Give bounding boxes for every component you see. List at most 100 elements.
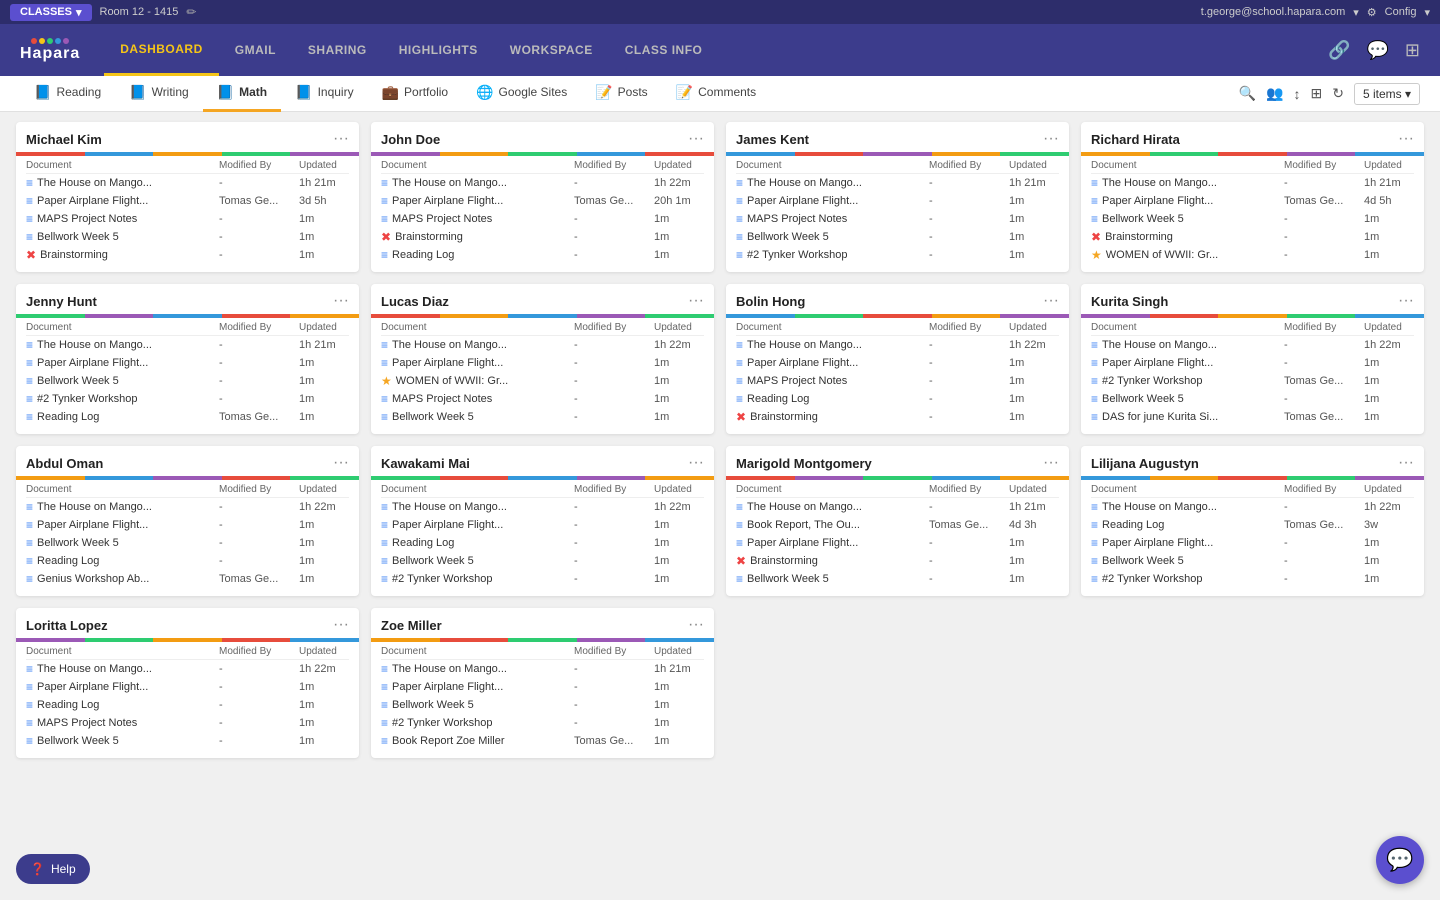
table-row[interactable]: ≡#2 Tynker Workshop-1m [1091,570,1414,588]
table-row[interactable]: ≡The House on Mango...-1h 21m [26,174,349,192]
table-row[interactable]: ≡Bellwork Week 5-1m [736,228,1059,246]
nav-dashboard[interactable]: DASHBOARD [104,24,219,76]
table-row[interactable]: ≡Paper Airplane Flight...Tomas Ge...20h … [381,192,704,210]
card-menu-button[interactable]: ··· [1043,454,1059,472]
card-menu-button[interactable]: ··· [333,292,349,310]
table-row[interactable]: ≡MAPS Project Notes-1m [736,372,1059,390]
classes-button[interactable]: CLASSES ▾ [10,4,92,21]
table-row[interactable]: ≡Genius Workshop Ab...Tomas Ge...1m [26,570,349,588]
table-row[interactable]: ≡Paper Airplane Flight...Tomas Ge...3d 5… [26,192,349,210]
table-row[interactable]: ≡Bellwork Week 5-1m [26,732,349,750]
table-row[interactable]: ≡Paper Airplane Flight...-1m [381,678,704,696]
table-row[interactable]: ≡#2 Tynker Workshop-1m [381,570,704,588]
tab-reading[interactable]: 📘 Reading [20,76,115,112]
sort-icon[interactable]: ↕ [1293,86,1300,102]
table-row[interactable]: ≡MAPS Project Notes-1m [381,390,704,408]
card-menu-button[interactable]: ··· [1043,130,1059,148]
table-row[interactable]: ≡Reading LogTomas Ge...1m [26,408,349,426]
card-menu-button[interactable]: ··· [688,616,704,634]
student-name[interactable]: Kurita Singh [1091,294,1168,309]
table-row[interactable]: ≡Paper Airplane Flight...-1m [1091,534,1414,552]
student-name[interactable]: Lilijana Augustyn [1091,456,1199,471]
table-row[interactable]: ≡MAPS Project Notes-1m [381,210,704,228]
table-row[interactable]: ≡Book Report, The Ou...Tomas Ge...4d 3h [736,516,1059,534]
table-row[interactable]: ✖Brainstorming-1m [736,552,1059,570]
student-name[interactable]: Bolin Hong [736,294,805,309]
table-row[interactable]: ≡DAS for june Kurita Si...Tomas Ge...1m [1091,408,1414,426]
table-row[interactable]: ≡The House on Mango...-1h 21m [381,660,704,678]
items-filter-button[interactable]: 5 items ▾ [1354,83,1420,105]
nav-highlights[interactable]: HIGHLIGHTS [383,24,494,76]
student-name[interactable]: John Doe [381,132,440,147]
student-name[interactable]: Zoe Miller [381,618,442,633]
grid-view-icon[interactable]: ⊞ [1310,85,1322,102]
table-row[interactable]: ≡Bellwork Week 5-1m [26,534,349,552]
table-row[interactable]: ≡Reading Log-1m [26,696,349,714]
table-row[interactable]: ≡#2 Tynker Workshop-1m [26,390,349,408]
table-row[interactable]: ≡The House on Mango...-1h 22m [381,174,704,192]
card-menu-button[interactable]: ··· [688,292,704,310]
tab-google-sites[interactable]: 🌐 Google Sites [462,76,581,112]
table-row[interactable]: ≡The House on Mango...-1h 21m [736,174,1059,192]
table-row[interactable]: ≡The House on Mango...-1h 22m [1091,498,1414,516]
table-row[interactable]: ≡Bellwork Week 5-1m [381,408,704,426]
table-row[interactable]: ✖Brainstorming-1m [1091,228,1414,246]
table-row[interactable]: ✖Brainstorming-1m [381,228,704,246]
table-row[interactable]: ≡Paper Airplane Flight...-1m [736,354,1059,372]
card-menu-button[interactable]: ··· [688,130,704,148]
chat-button[interactable]: 💬 [1376,836,1424,884]
table-row[interactable]: ≡Bellwork Week 5-1m [26,228,349,246]
table-row[interactable]: ≡Paper Airplane Flight...-1m [1091,354,1414,372]
card-menu-button[interactable]: ··· [1398,292,1414,310]
table-row[interactable]: ≡Bellwork Week 5-1m [1091,210,1414,228]
table-row[interactable]: ≡Paper Airplane Flight...-1m [736,192,1059,210]
table-row[interactable]: ≡Paper Airplane Flight...-1m [26,354,349,372]
table-row[interactable]: ≡The House on Mango...-1h 22m [26,660,349,678]
table-row[interactable]: ≡Bellwork Week 5-1m [1091,552,1414,570]
card-menu-button[interactable]: ··· [333,130,349,148]
table-row[interactable]: ≡Reading Log-1m [736,390,1059,408]
search-filter-icon[interactable]: 🔍 [1239,85,1256,102]
student-name[interactable]: James Kent [736,132,809,147]
nav-workspace[interactable]: WORKSPACE [494,24,609,76]
table-row[interactable]: ✖Brainstorming-1m [26,246,349,264]
table-row[interactable]: ≡Bellwork Week 5-1m [736,570,1059,588]
nav-sharing[interactable]: SHARING [292,24,383,76]
table-row[interactable]: ≡Reading Log-1m [26,552,349,570]
tab-writing[interactable]: 📘 Writing [115,76,203,112]
card-menu-button[interactable]: ··· [688,454,704,472]
people-icon[interactable]: 👥 [1266,85,1283,102]
card-menu-button[interactable]: ··· [333,616,349,634]
table-row[interactable]: ≡Paper Airplane Flight...-1m [736,534,1059,552]
student-name[interactable]: Jenny Hunt [26,294,97,309]
table-row[interactable]: ★WOMEN of WWII: Gr...-1m [1091,246,1414,264]
table-row[interactable]: ≡#2 Tynker Workshop-1m [381,714,704,732]
table-row[interactable]: ≡The House on Mango...-1h 22m [736,336,1059,354]
table-row[interactable]: ≡MAPS Project Notes-1m [736,210,1059,228]
config-label[interactable]: Config [1385,6,1417,18]
tab-comments[interactable]: 📝 Comments [662,76,770,112]
edit-icon[interactable]: ✏ [186,5,196,19]
table-row[interactable]: ≡Paper Airplane Flight...-1m [381,354,704,372]
tab-portfolio[interactable]: 💼 Portfolio [368,76,462,112]
card-menu-button[interactable]: ··· [1398,130,1414,148]
table-row[interactable]: ≡Bellwork Week 5-1m [381,696,704,714]
student-name[interactable]: Richard Hirata [1091,132,1180,147]
tab-math[interactable]: 📘 Math [203,76,281,112]
student-name[interactable]: Lucas Diaz [381,294,449,309]
tab-posts[interactable]: 📝 Posts [581,76,661,112]
card-menu-button[interactable]: ··· [1398,454,1414,472]
table-row[interactable]: ≡#2 Tynker Workshop-1m [736,246,1059,264]
card-menu-button[interactable]: ··· [1043,292,1059,310]
table-row[interactable]: ≡The House on Mango...-1h 22m [381,498,704,516]
table-row[interactable]: ≡Paper Airplane Flight...-1m [26,516,349,534]
table-row[interactable]: ≡Book Report Zoe MillerTomas Ge...1m [381,732,704,750]
table-row[interactable]: ≡The House on Mango...-1h 22m [381,336,704,354]
table-row[interactable]: ★WOMEN of WWII: Gr...-1m [381,372,704,390]
help-button[interactable]: ❓ Help [16,854,90,884]
table-row[interactable]: ≡Bellwork Week 5-1m [1091,390,1414,408]
nav-class-info[interactable]: CLASS INFO [609,24,719,76]
card-menu-button[interactable]: ··· [333,454,349,472]
student-name[interactable]: Loritta Lopez [26,618,108,633]
tab-inquiry[interactable]: 📘 Inquiry [281,76,367,112]
